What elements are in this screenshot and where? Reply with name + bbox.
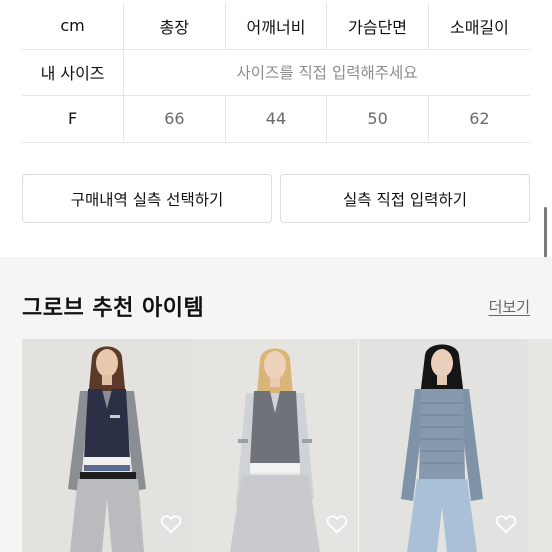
size-table-header-total-length: 총장: [123, 3, 226, 50]
size-table-header-unit: cm: [22, 3, 125, 50]
product-card[interactable]: [22, 339, 192, 552]
size-value-chest-width: 50: [326, 94, 429, 141]
wishlist-heart-icon[interactable]: [160, 514, 182, 534]
size-table-header-row: cm 총장 어깨너비 가슴단면 소매길이: [22, 3, 530, 50]
table-divider: [22, 142, 530, 143]
product-card-partial[interactable]: [527, 339, 552, 552]
size-table-header-shoulder-width: 어깨너비: [224, 3, 328, 50]
size-value-shoulder-width: 44: [224, 94, 328, 141]
wishlist-heart-icon[interactable]: [326, 514, 348, 534]
size-value-sleeve-length: 62: [427, 94, 530, 141]
size-table-row: F 66 44 50 62: [22, 94, 530, 141]
recommendation-title: 그로브 추천 아이템: [22, 296, 205, 321]
size-table-header-sleeve-length: 소매길이: [427, 3, 530, 50]
my-size-label: 내 사이즈: [22, 48, 125, 96]
size-label: F: [22, 94, 125, 141]
size-table-my-size-row[interactable]: 내 사이즈 사이즈를 직접 입력해주세요: [22, 48, 530, 96]
product-card[interactable]: [359, 339, 527, 552]
purchase-history-measure-button[interactable]: 구매내역 실측 선택하기: [22, 174, 272, 223]
my-size-input-hint[interactable]: 사이즈를 직접 입력해주세요: [123, 48, 530, 96]
size-table: cm 총장 어깨너비 가슴단면 소매길이 내 사이즈 사이즈를 직접 입력해주세…: [22, 3, 530, 141]
direct-measure-input-button[interactable]: 실측 직접 입력하기: [280, 174, 530, 223]
product-card[interactable]: [192, 339, 358, 552]
size-value-total-length: 66: [123, 94, 226, 141]
wishlist-heart-icon[interactable]: [495, 514, 517, 534]
more-link[interactable]: 더보기: [489, 296, 530, 317]
size-table-header-chest-width: 가슴단면: [326, 3, 429, 50]
